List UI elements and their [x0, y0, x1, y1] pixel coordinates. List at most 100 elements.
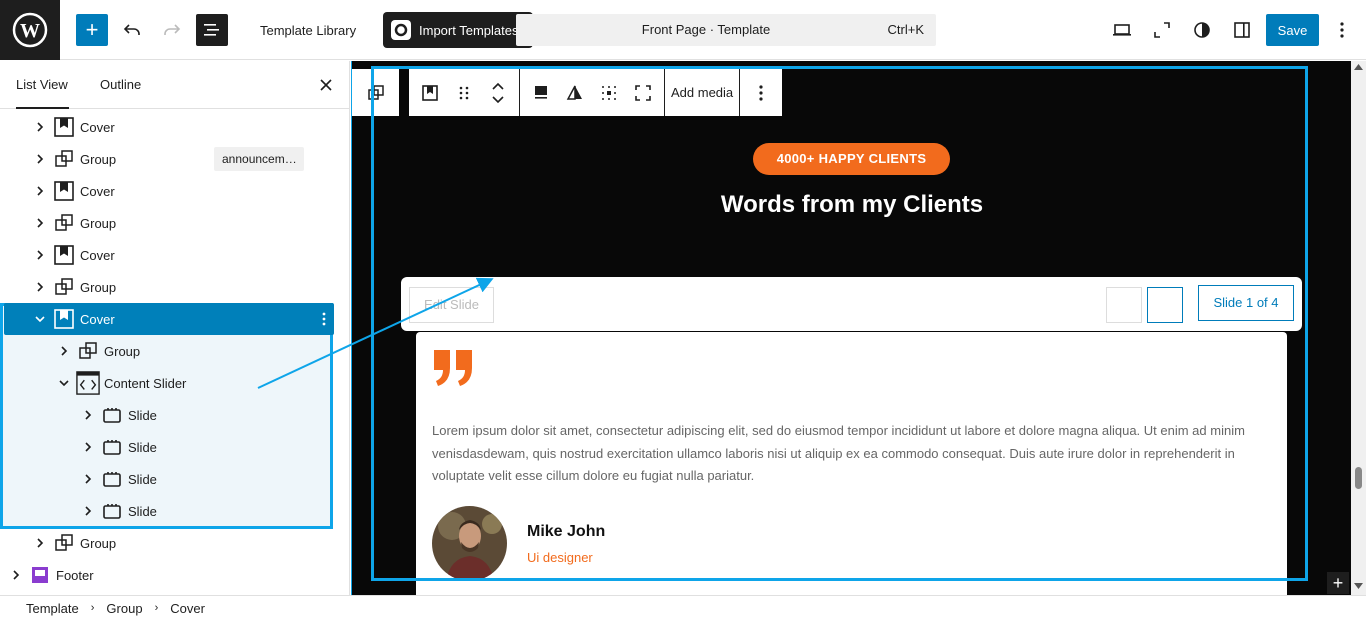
chevron-right-icon[interactable]: [8, 567, 24, 583]
tab-outline[interactable]: Outline: [100, 61, 141, 109]
footer-block-icon: [28, 563, 52, 587]
sidebar-tabs: List View Outline: [0, 61, 349, 109]
tree-item-label: Slide: [128, 439, 157, 455]
slider-controls: Edit Slide Slide 1 of 4: [401, 277, 1302, 331]
desktop-preview-icon[interactable]: [1106, 14, 1138, 46]
move-up-down-icon[interactable]: [483, 78, 513, 108]
block-inserter-plus-icon[interactable]: +: [1327, 572, 1349, 594]
chevron-right-icon[interactable]: [32, 151, 48, 167]
fullscreen-icon[interactable]: [1146, 14, 1178, 46]
add-block-button[interactable]: +: [76, 14, 108, 46]
tree-item-label: Cover: [80, 247, 115, 263]
quote-icon: [432, 348, 476, 388]
import-templates-button[interactable]: Import Templates: [383, 12, 533, 48]
tree-item-group[interactable]: Group: [4, 335, 334, 367]
settings-sidebar-icon[interactable]: [1226, 14, 1258, 46]
chevron-right-icon[interactable]: [80, 471, 96, 487]
tree-item-label: Cover: [80, 183, 115, 199]
tree-item-cover[interactable]: Cover: [4, 111, 334, 143]
canvas-scrollbar[interactable]: [1351, 61, 1366, 595]
person-role: Ui designer: [527, 550, 593, 565]
tree-item-footer[interactable]: Footer: [4, 559, 334, 591]
tree-item-group[interactable]: Group: [4, 143, 334, 175]
chevron-down-icon[interactable]: [32, 311, 48, 327]
slide-block-icon: [100, 467, 124, 491]
tree-item-slide[interactable]: Slide: [4, 399, 334, 431]
chevron-down-icon[interactable]: [56, 375, 72, 391]
breadcrumb-cover[interactable]: Cover: [158, 601, 217, 616]
happy-clients-pill[interactable]: 4000+ HAPPY CLIENTS: [753, 143, 950, 175]
chevron-right-icon[interactable]: [32, 535, 48, 551]
tree-item-group[interactable]: Group: [4, 527, 334, 559]
import-logo-icon: [391, 20, 411, 40]
block-type-group: [409, 69, 520, 116]
template-library-button[interactable]: Template Library: [248, 14, 368, 46]
scroll-thumb[interactable]: [1355, 467, 1362, 489]
prev-slide-button[interactable]: [1106, 287, 1142, 323]
tree-item-label: Group: [80, 215, 117, 231]
tree-item-slide[interactable]: Slide: [4, 431, 334, 463]
full-height-icon[interactable]: [594, 78, 624, 108]
tree-item-slider[interactable]: Content Slider: [4, 367, 334, 399]
cover-block-icon: [52, 307, 76, 331]
tree-item-label: Cover: [80, 119, 115, 135]
redo-icon[interactable]: [156, 14, 188, 46]
document-overview-button[interactable]: [196, 14, 228, 46]
block-options-icon[interactable]: [746, 78, 776, 108]
slider-block-icon: [76, 371, 100, 395]
cover-block-icon[interactable]: [415, 78, 445, 108]
scroll-down-icon[interactable]: [1354, 583, 1363, 589]
select-parent-button[interactable]: [352, 69, 399, 116]
chevron-right-icon[interactable]: [56, 343, 72, 359]
content-position-icon[interactable]: [526, 78, 556, 108]
close-icon[interactable]: [314, 73, 338, 97]
editor-canvas[interactable]: Add media 4000+ HAPPY CLIENTS Words from…: [351, 61, 1351, 595]
group-block-icon: [76, 339, 100, 363]
chevron-right-icon[interactable]: [32, 215, 48, 231]
svg-text:W: W: [20, 20, 40, 42]
more-options-icon[interactable]: [1326, 14, 1358, 46]
tree-item-label: Content Slider: [104, 375, 187, 391]
tab-list-view[interactable]: List View: [16, 61, 69, 109]
chevron-right-icon[interactable]: [32, 119, 48, 135]
next-slide-button[interactable]: [1147, 287, 1183, 323]
undo-icon[interactable]: [116, 14, 148, 46]
tree-item-slide[interactable]: Slide: [4, 495, 334, 527]
chevron-right-icon[interactable]: [32, 247, 48, 263]
import-templates-label: Import Templates: [419, 22, 519, 38]
add-media-button[interactable]: Add media: [665, 69, 741, 116]
chevron-right-icon[interactable]: [80, 439, 96, 455]
tree-item-cover[interactable]: Cover: [4, 175, 334, 207]
edit-slide-button[interactable]: Edit Slide: [409, 287, 494, 323]
save-button[interactable]: Save: [1266, 14, 1319, 46]
tree-item-cover[interactable]: Cover: [4, 303, 334, 335]
tree-item-group[interactable]: Group: [4, 271, 334, 303]
fullscreen-align-icon[interactable]: [628, 78, 658, 108]
breadcrumb-group[interactable]: Group: [94, 601, 154, 616]
tree-item-label: Group: [80, 535, 117, 551]
section-heading[interactable]: Words from my Clients: [352, 191, 1351, 219]
tree-item-label: Slide: [128, 503, 157, 519]
wordpress-logo-icon[interactable]: W: [0, 0, 60, 60]
chevron-right-icon[interactable]: [32, 183, 48, 199]
styles-contrast-icon[interactable]: [1186, 14, 1218, 46]
tree-item-cover[interactable]: Cover: [4, 239, 334, 271]
command-palette-bar[interactable]: Front Page · Template Ctrl+K: [516, 14, 936, 46]
testimonial-card[interactable]: Lorem ipsum dolor sit amet, consectetur …: [416, 332, 1287, 595]
group-block-icon: [52, 531, 76, 555]
chevron-right-icon[interactable]: [32, 279, 48, 295]
drag-handle-icon[interactable]: [449, 78, 479, 108]
flip-duotone-icon[interactable]: [560, 78, 590, 108]
list-view-sidebar: List View Outline announcem… Cover Group C…: [0, 61, 350, 595]
chevron-right-icon[interactable]: [80, 503, 96, 519]
block-options-icon[interactable]: [314, 303, 334, 335]
tree-item-group[interactable]: Group: [4, 207, 334, 239]
person-name: Mike John: [527, 523, 606, 540]
avatar: [432, 506, 507, 581]
scroll-up-icon[interactable]: [1354, 64, 1363, 70]
slide-block-icon: [100, 435, 124, 459]
testimonial-text: Lorem ipsum dolor sit amet, consectetur …: [432, 423, 1245, 483]
tree-item-slide[interactable]: Slide: [4, 463, 334, 495]
breadcrumb-template[interactable]: Template: [14, 601, 91, 616]
chevron-right-icon[interactable]: [80, 407, 96, 423]
